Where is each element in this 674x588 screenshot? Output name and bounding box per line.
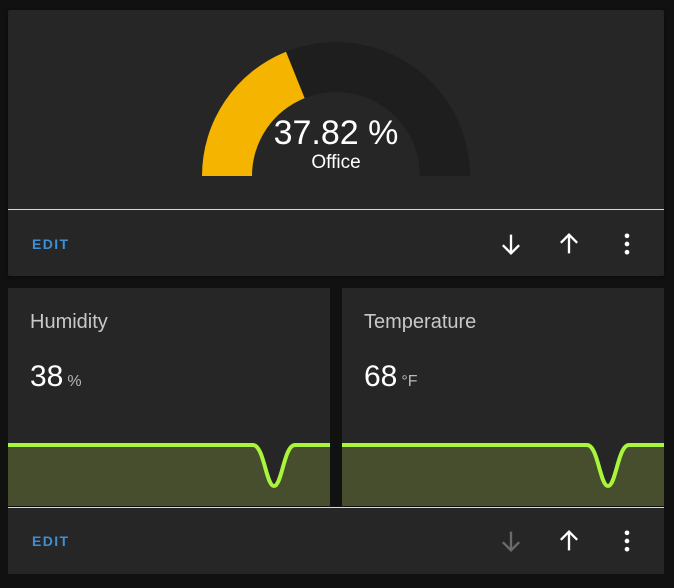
- gauge-entity-name: Office: [311, 152, 361, 173]
- card-actions: EDIT: [8, 507, 664, 575]
- sensor-value-number: 38: [30, 360, 64, 393]
- more-vert-icon: [624, 233, 630, 255]
- gauge-card: 37.82 % Office EDIT: [8, 10, 664, 276]
- sensor-name: Humidity: [30, 311, 108, 333]
- arrow-down-icon: [502, 234, 520, 255]
- sensor-card: Humidity 38% Temperature 68 °F EDIT: [8, 288, 664, 574]
- move-up-button[interactable]: [555, 230, 583, 258]
- sensor-sparkline: [342, 443, 664, 506]
- sensor-value: 68 °F: [364, 360, 418, 399]
- sensor-value-number: 68: [364, 360, 398, 393]
- arrow-up-icon: [560, 530, 578, 551]
- sensor-sparkline: [8, 443, 330, 506]
- arrow-up-icon: [560, 233, 578, 254]
- gauge: 37.82 % Office: [8, 10, 664, 208]
- move-up-button[interactable]: [555, 527, 583, 555]
- sensor-name: Temperature: [364, 311, 477, 333]
- sensor-value: 38%: [30, 360, 82, 399]
- card-actions: EDIT: [8, 210, 664, 278]
- sensor-unit: %: [67, 373, 82, 390]
- move-down-button[interactable]: [497, 527, 525, 555]
- card-footer: EDIT: [8, 507, 664, 574]
- more-options-button[interactable]: [613, 527, 641, 555]
- move-down-button[interactable]: [497, 230, 525, 258]
- edit-button[interactable]: EDIT: [32, 531, 70, 551]
- sensor-tile-humidity[interactable]: Humidity 38%: [8, 288, 330, 506]
- more-options-button[interactable]: [613, 230, 641, 258]
- more-vert-icon: [624, 530, 630, 552]
- edit-button[interactable]: EDIT: [32, 234, 70, 254]
- sensor-tile-temperature[interactable]: Temperature 68 °F: [342, 288, 664, 506]
- gauge-value: 37.82 %: [273, 114, 399, 152]
- arrow-down-icon: [502, 531, 520, 552]
- sensor-unit: °F: [401, 373, 418, 390]
